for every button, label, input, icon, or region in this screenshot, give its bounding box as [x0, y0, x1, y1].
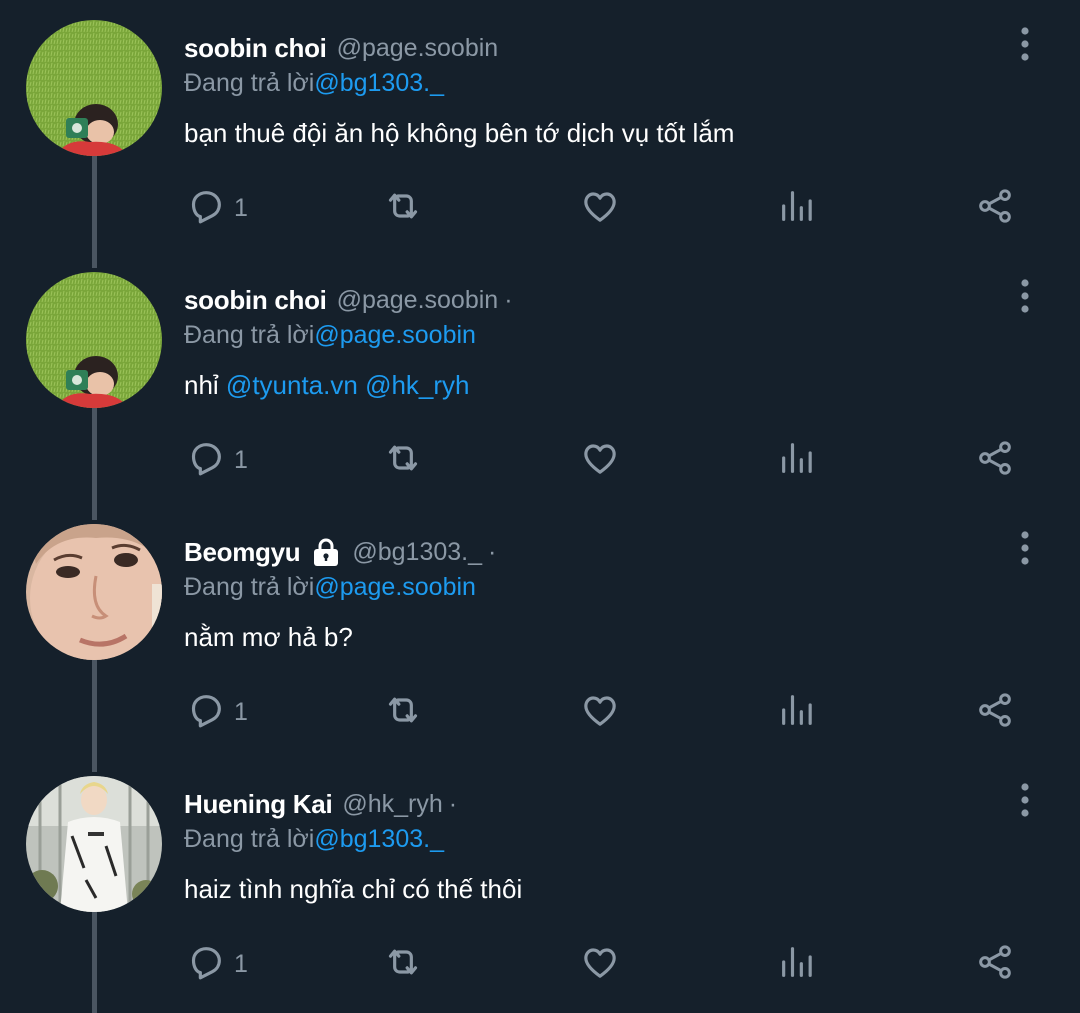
retweet-button[interactable]	[380, 688, 426, 736]
retweet-button[interactable]	[380, 436, 426, 484]
share-icon	[973, 942, 1017, 987]
tweet-text: nằm mơ hả b?	[184, 622, 353, 653]
reply-button[interactable]: 1	[186, 436, 248, 484]
retweet-button[interactable]	[380, 184, 426, 232]
tweet[interactable]: soobin choi @page.soobin Đang trả lời @b…	[0, 0, 1080, 252]
tweet[interactable]: Beomgyu @bg1303._ · Đang trả lời @page.s…	[0, 504, 1080, 756]
tweet-header: soobin choi @page.soobin ·	[184, 280, 513, 320]
avatar[interactable]	[26, 524, 162, 660]
retweet-icon	[380, 690, 426, 735]
share-button[interactable]	[973, 688, 1017, 736]
views-bar-icon	[777, 690, 817, 735]
action-bar: 1	[0, 436, 1080, 484]
reply-button[interactable]: 1	[186, 184, 248, 232]
body-text-segment: haiz tình nghĩa chỉ có thế thôi	[184, 874, 523, 904]
retweet-icon	[380, 438, 426, 483]
tweet-text: nhỉ @tyunta.vn @hk_ryh	[184, 370, 470, 401]
action-bar: 1	[0, 184, 1080, 232]
views-button[interactable]	[777, 940, 817, 988]
share-button[interactable]	[973, 184, 1017, 232]
heart-icon	[579, 438, 621, 483]
avatar[interactable]	[26, 272, 162, 408]
lock-icon	[310, 536, 342, 568]
avatar[interactable]	[26, 776, 162, 912]
more-vertical-icon[interactable]	[1008, 780, 1042, 820]
replying-to-mention[interactable]: @page.soobin	[314, 573, 476, 602]
replying-to-mention[interactable]: @bg1303._	[314, 69, 444, 98]
user-handle[interactable]: @hk_ryh	[342, 790, 442, 819]
tweet-text: bạn thuê đội ăn hộ không bên tớ dịch vụ …	[184, 118, 734, 149]
views-bar-icon	[777, 438, 817, 483]
retweet-icon	[380, 186, 426, 231]
more-vertical-icon[interactable]	[1008, 276, 1042, 316]
avatar[interactable]	[26, 20, 162, 156]
tweet-header: Beomgyu @bg1303._ ·	[184, 532, 496, 572]
replying-to-mention[interactable]: @bg1303._	[314, 825, 444, 854]
replying-to-label: Đang trả lời	[184, 320, 315, 349]
separator-dot: ·	[448, 789, 458, 818]
reply-bubble-icon	[186, 438, 226, 483]
tweet-text: haiz tình nghĩa chỉ có thế thôi	[184, 874, 522, 905]
display-name[interactable]: Beomgyu	[184, 537, 301, 568]
share-icon	[973, 186, 1017, 231]
separator-dot: ·	[504, 285, 513, 314]
more-vertical-icon[interactable]	[1008, 528, 1042, 568]
action-bar: 1	[0, 688, 1080, 736]
user-handle[interactable]: @page.soobin	[337, 286, 499, 315]
tweet[interactable]: soobin choi @page.soobin · Đang trả lời …	[0, 252, 1080, 504]
body-text-segment: nằm mơ hả b?	[184, 622, 353, 652]
views-button[interactable]	[777, 688, 817, 736]
tweet-header: soobin choi @page.soobin	[184, 28, 504, 68]
share-button[interactable]	[973, 940, 1017, 988]
views-bar-icon	[777, 942, 817, 987]
replying-to-label: Đang trả lời	[184, 824, 315, 853]
retweet-button[interactable]	[380, 940, 426, 988]
replying-to-mention[interactable]: @page.soobin	[314, 321, 476, 350]
more-vertical-icon[interactable]	[1008, 24, 1042, 64]
user-handle[interactable]: @page.soobin	[337, 34, 499, 63]
like-button[interactable]	[579, 436, 621, 484]
tweet[interactable]: Huening Kai @hk_ryh · Đang trả lời @bg13…	[0, 756, 1080, 1008]
retweet-icon	[380, 942, 426, 987]
like-button[interactable]	[579, 184, 621, 232]
views-button[interactable]	[777, 184, 817, 232]
reply-button[interactable]: 1	[186, 940, 248, 988]
heart-icon	[579, 942, 621, 987]
replying-to: Đang trả lời @bg1303._	[184, 64, 444, 102]
replying-to-label: Đang trả lời	[184, 572, 315, 601]
share-icon	[973, 438, 1017, 483]
reply-bubble-icon	[186, 942, 226, 987]
replying-to: Đang trả lời @page.soobin	[184, 568, 476, 606]
reply-count: 1	[234, 445, 248, 474]
heart-icon	[579, 690, 621, 735]
body-text-segment	[358, 370, 365, 400]
display-name[interactable]: Huening Kai	[184, 789, 333, 820]
replying-to: Đang trả lời @bg1303._	[184, 820, 444, 858]
separator-dot: ·	[488, 537, 497, 566]
user-handle[interactable]: @bg1303._	[352, 538, 482, 567]
body-text-segment: nhỉ	[184, 370, 226, 400]
reply-count: 1	[234, 193, 248, 222]
action-bar: 1	[0, 940, 1080, 988]
reply-bubble-icon	[186, 186, 226, 231]
replying-to: Đang trả lời @page.soobin	[184, 316, 476, 354]
reply-count: 1	[234, 949, 248, 978]
views-button[interactable]	[777, 436, 817, 484]
mention-link[interactable]: @tyunta.vn	[226, 370, 358, 400]
display-name[interactable]: soobin choi	[184, 33, 327, 64]
display-name[interactable]: soobin choi	[184, 285, 327, 316]
like-button[interactable]	[579, 688, 621, 736]
views-bar-icon	[777, 186, 817, 231]
tweet-header: Huening Kai @hk_ryh ·	[184, 784, 457, 824]
body-text-segment: bạn thuê đội ăn hộ không bên tớ dịch vụ …	[184, 118, 735, 148]
share-button[interactable]	[973, 436, 1017, 484]
replying-to-label: Đang trả lời	[184, 68, 315, 97]
share-icon	[973, 690, 1017, 735]
reply-button[interactable]: 1	[186, 688, 248, 736]
heart-icon	[579, 186, 621, 231]
reply-bubble-icon	[186, 690, 226, 735]
like-button[interactable]	[579, 940, 621, 988]
reply-count: 1	[234, 697, 248, 726]
mention-link[interactable]: @hk_ryh	[365, 370, 469, 400]
